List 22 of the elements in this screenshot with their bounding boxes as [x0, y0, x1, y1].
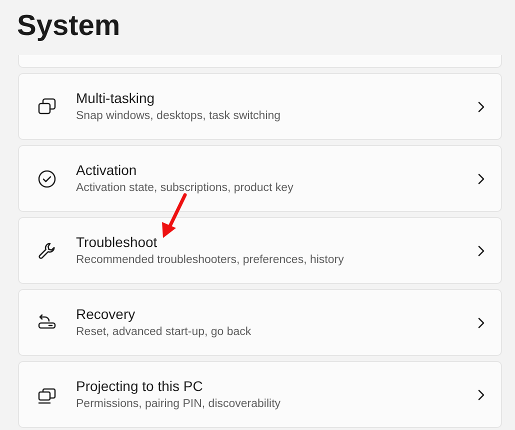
chevron-right-icon — [477, 244, 485, 256]
page-title: System — [17, 9, 122, 44]
settings-card[interactable]: Recovery Reset, advanced start-up, go back — [18, 289, 502, 356]
card-title: Recovery — [76, 305, 136, 324]
card-description: Recommended troubleshooters, preferences, history — [76, 253, 345, 268]
settings-card[interactable]: Troubleshoot Recommended troubleshooters, preferences, history — [18, 217, 502, 284]
card-description: Snap windows, desktops, task switching — [76, 109, 282, 124]
chevron-right-icon — [477, 100, 485, 112]
settings-card[interactable]: Activation Activation state, subscriptions, product key — [18, 145, 502, 212]
chevron-right-icon — [477, 388, 485, 400]
chevron-right-icon — [477, 172, 485, 184]
card-title: Troubleshoot — [76, 233, 158, 252]
settings-card[interactable]: Multi-tasking Snap windows, desktops, task switching — [18, 73, 502, 140]
check-circle-icon — [36, 168, 58, 190]
card-description: Permissions, pairing PIN, discoverability — [76, 397, 282, 412]
card-description: Reset, advanced start-up, go back — [76, 325, 252, 340]
settings-card[interactable]: Projecting to this PC Permissions, pairing PIN, discoverability — [18, 361, 502, 428]
card-title: Multi-tasking — [76, 89, 156, 108]
card-description: Activation state, subscriptions, product key — [76, 181, 294, 196]
card-title: Activation — [76, 161, 138, 180]
chevron-right-icon — [477, 316, 485, 328]
card-title: Projecting to this PC — [76, 377, 204, 396]
